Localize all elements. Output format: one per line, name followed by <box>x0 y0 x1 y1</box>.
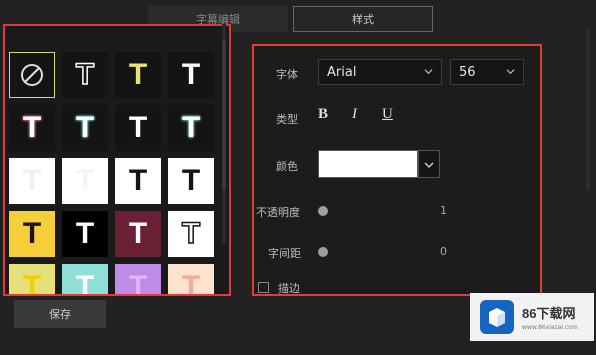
style-preset-tile[interactable]: T <box>62 52 108 98</box>
color-label: 颜色 <box>276 160 298 173</box>
style-preset-tile[interactable]: T <box>168 211 214 257</box>
preset-glyph: T <box>128 270 148 296</box>
style-preset-tile[interactable]: T <box>115 158 161 204</box>
style-preset-tile[interactable]: T <box>9 105 55 151</box>
style-preset-tile[interactable]: T <box>62 105 108 151</box>
font-size-value: 56 <box>459 64 476 80</box>
preset-glyph: T <box>128 217 148 250</box>
type-label: 类型 <box>276 113 298 126</box>
font-label: 字体 <box>276 68 298 81</box>
style-preset-tile[interactable]: T <box>168 158 214 204</box>
style-preset-tile[interactable] <box>9 52 55 98</box>
letter-spacing-label: 字间距 <box>268 247 301 260</box>
style-preset-tile[interactable]: T <box>62 264 108 296</box>
letter-spacing-value: 0 <box>440 245 447 258</box>
underline-button[interactable]: U <box>382 106 393 123</box>
preset-scrollbar-thumb[interactable] <box>222 40 226 190</box>
opacity-value: 1 <box>440 204 447 217</box>
chevron-down-icon <box>424 69 433 75</box>
preset-glyph: T <box>128 164 148 197</box>
preset-glyph: T <box>22 111 42 144</box>
subtitle-style-editor: 字幕编辑 样式 TTTTTTTTTTTTTTTTTTT 保存 字体 Arial … <box>0 0 596 355</box>
italic-button[interactable]: I <box>352 106 357 123</box>
chevron-down-icon <box>506 69 515 75</box>
stroke-label: 描边 <box>278 282 300 295</box>
opacity-slider-handle[interactable] <box>318 206 328 216</box>
box-logo-icon <box>480 300 514 334</box>
style-preset-tile[interactable]: T <box>62 158 108 204</box>
style-preset-tile[interactable]: T <box>115 52 161 98</box>
bold-button[interactable]: B <box>318 106 328 123</box>
style-preset-tile[interactable]: T <box>168 264 214 296</box>
preset-glyph: T <box>75 217 95 250</box>
style-preset-tile[interactable]: T <box>168 105 214 151</box>
style-preset-tile[interactable]: T <box>9 264 55 296</box>
font-family-value: Arial <box>327 64 357 80</box>
preset-glyph: T <box>181 270 201 296</box>
site-watermark: 86下载网 www.86xiazai.com <box>470 293 594 341</box>
style-preset-tile[interactable]: T <box>168 52 214 98</box>
main-scrollbar[interactable] <box>586 30 590 190</box>
preset-glyph: T <box>128 111 148 144</box>
preset-glyph: T <box>22 217 42 250</box>
style-preset-grid: TTTTTTTTTTTTTTTTTTT <box>9 52 214 296</box>
letter-spacing-slider-handle[interactable] <box>318 247 328 257</box>
tab-style[interactable]: 样式 <box>293 6 433 32</box>
style-preset-tile[interactable]: T <box>115 211 161 257</box>
preset-glyph: T <box>75 164 95 197</box>
style-preset-tile[interactable]: T <box>62 211 108 257</box>
preset-glyph: T <box>75 270 95 296</box>
watermark-url: www.86xiazai.com <box>522 324 578 331</box>
stroke-checkbox[interactable] <box>258 282 269 293</box>
style-settings-panel: 字体 Arial 56 类型 B I U 颜色 不透明度 1 字间距 0 描边 <box>252 44 542 296</box>
watermark-title: 86下载网 <box>522 306 576 321</box>
preset-glyph: T <box>22 270 42 296</box>
preset-glyph: T <box>181 217 201 250</box>
font-size-select[interactable]: 56 <box>450 59 524 85</box>
preset-glyph: T <box>181 164 201 197</box>
color-dropdown-button[interactable] <box>418 150 440 178</box>
style-preset-tile[interactable]: T <box>115 105 161 151</box>
style-preset-tile[interactable]: T <box>9 211 55 257</box>
preset-glyph: T <box>75 111 95 144</box>
opacity-label: 不透明度 <box>256 206 300 219</box>
preset-glyph: T <box>75 58 95 91</box>
chevron-down-icon <box>424 162 434 168</box>
style-preset-panel: TTTTTTTTTTTTTTTTTTT <box>3 24 231 296</box>
font-color-swatch[interactable] <box>318 150 418 178</box>
preset-glyph: T <box>181 111 201 144</box>
preset-glyph: T <box>128 58 148 91</box>
preset-glyph: T <box>22 164 42 197</box>
font-family-select[interactable]: Arial <box>318 59 442 85</box>
style-preset-tile[interactable]: T <box>115 264 161 296</box>
style-preset-tile[interactable]: T <box>9 158 55 204</box>
save-button[interactable]: 保存 <box>14 300 106 328</box>
preset-glyph: T <box>181 58 201 91</box>
no-style-icon <box>21 64 43 86</box>
